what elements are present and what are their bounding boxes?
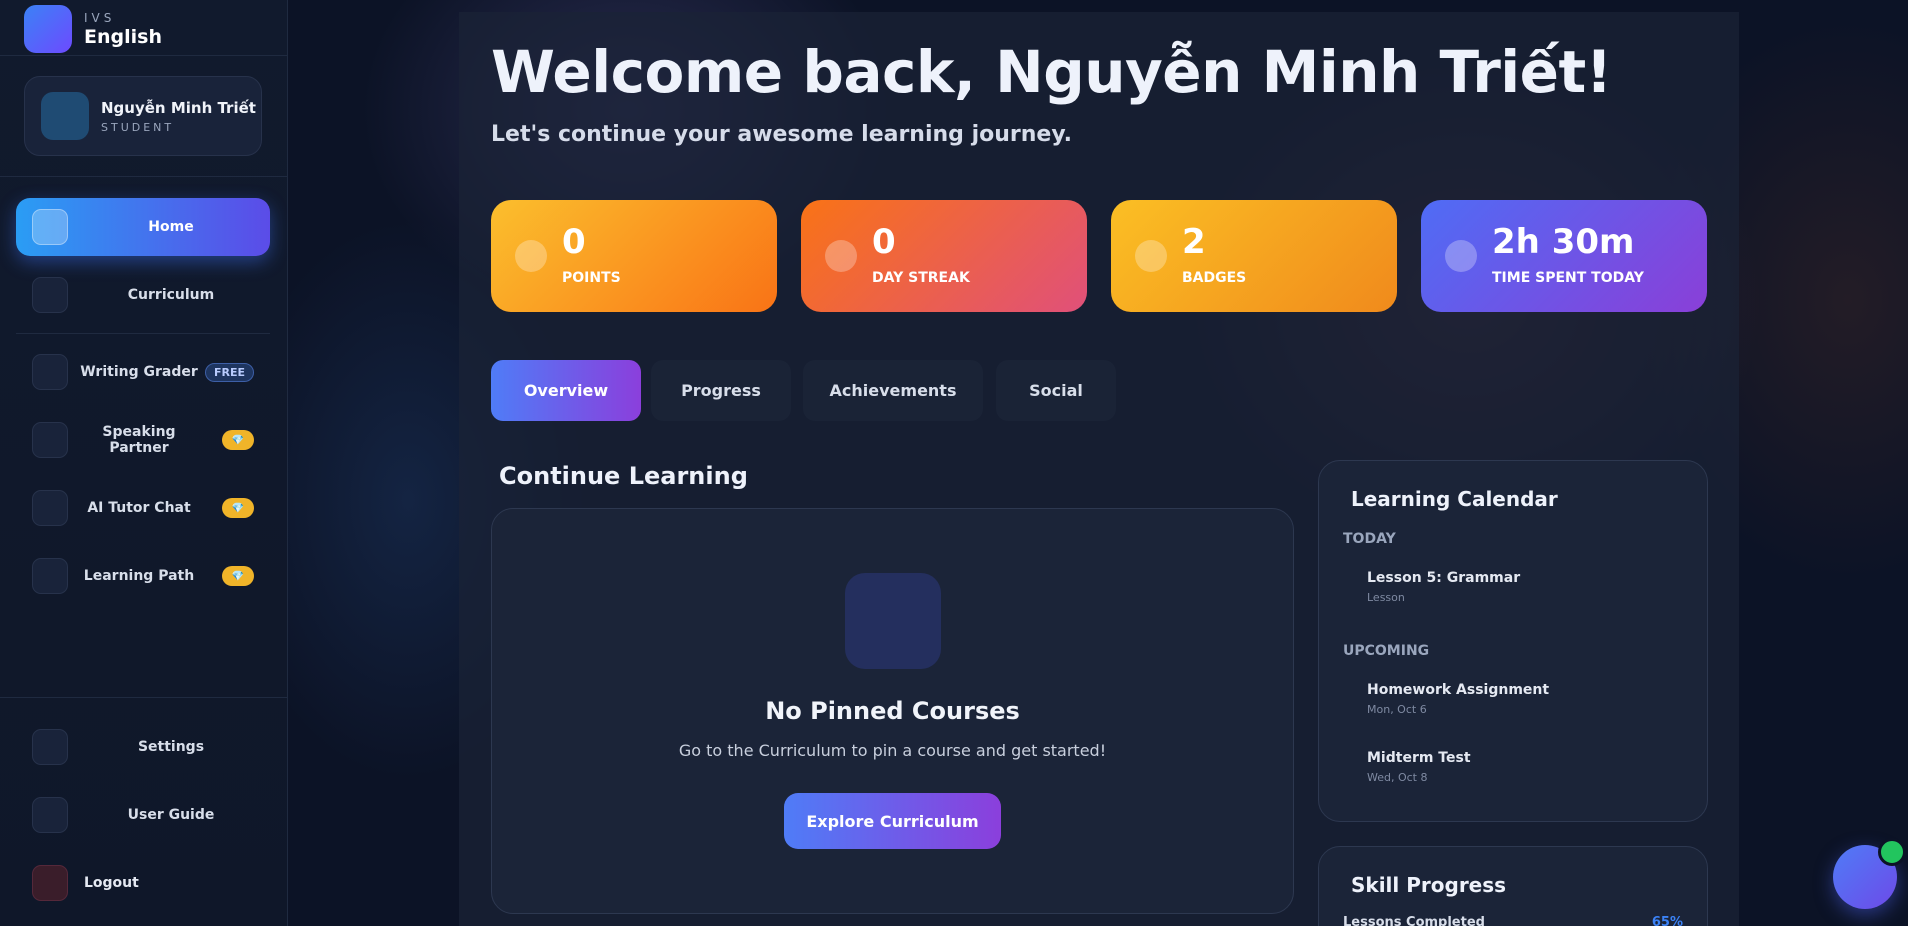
divider	[0, 55, 287, 56]
stat-label: TIME SPENT TODAY	[1492, 270, 1644, 286]
stat-card-badges: 2 BADGES	[1111, 200, 1397, 312]
continue-learning-title: Continue Learning	[499, 462, 748, 490]
points-icon	[515, 240, 547, 272]
gear-icon	[32, 729, 68, 765]
sidebar-item-label: Home	[148, 219, 194, 235]
book-icon	[32, 277, 68, 313]
brand-small: IVS	[84, 10, 116, 25]
tab-social[interactable]: Social	[996, 360, 1116, 421]
profile-role: STUDENT	[101, 120, 175, 134]
sidebar-item-curriculum[interactable]: Curriculum	[16, 266, 270, 324]
calendar-item-sub: Lesson	[1367, 591, 1405, 604]
microphone-icon	[32, 422, 68, 458]
brand-text: IVS English	[84, 11, 162, 48]
stat-label: BADGES	[1182, 270, 1247, 286]
tab-achievements[interactable]: Achievements	[803, 360, 983, 421]
stat-card-time: 2h 30m TIME SPENT TODAY	[1421, 200, 1707, 312]
calendar-item-title[interactable]: Homework Assignment	[1367, 682, 1549, 698]
calendar-title: Learning Calendar	[1351, 487, 1558, 511]
skill-progress-title: Skill Progress	[1351, 873, 1507, 897]
page-title: Welcome back, Nguyễn Minh Triết!	[491, 38, 1612, 106]
sidebar-item-home[interactable]: Home	[16, 198, 270, 256]
empty-title: No Pinned Courses	[765, 697, 1020, 725]
online-status-dot	[1878, 838, 1906, 866]
tab-progress[interactable]: Progress	[651, 360, 791, 421]
divider	[16, 333, 270, 334]
sidebar-item-label: Logout	[84, 875, 139, 891]
sidebar-item-speaking-partner[interactable]: Speaking Partner 💎	[16, 411, 270, 469]
calendar-item-title[interactable]: Midterm Test	[1367, 750, 1471, 766]
badge-icon	[1135, 240, 1167, 272]
skill-progress-card: Skill Progress Lessons Completed 65%	[1318, 846, 1708, 926]
calendar-group-upcoming: UPCOMING	[1343, 643, 1430, 659]
guide-icon	[32, 797, 68, 833]
user-profile-card[interactable]: Nguyễn Minh Triết STUDENT	[24, 76, 262, 156]
divider	[0, 176, 287, 177]
profile-name: Nguyễn Minh Triết	[101, 98, 256, 117]
stat-value: 2h 30m	[1492, 222, 1635, 262]
sidebar-item-logout[interactable]: Logout	[16, 854, 270, 912]
sidebar-item-user-guide[interactable]: User Guide	[16, 786, 270, 844]
avatar	[41, 92, 89, 140]
calendar-item-title[interactable]: Lesson 5: Grammar	[1367, 570, 1520, 586]
pinned-courses-card: No Pinned Courses Go to the Curriculum t…	[491, 508, 1294, 914]
free-badge: FREE	[204, 362, 254, 382]
skill-row-label: Lessons Completed	[1343, 915, 1485, 926]
chat-icon	[32, 490, 68, 526]
sidebar-item-label: Writing Grader	[80, 364, 198, 380]
stat-value: 0	[562, 222, 586, 262]
page-subtitle: Let's continue your awesome learning jou…	[491, 122, 1073, 147]
sidebar-item-label: Learning Path	[83, 568, 195, 584]
tab-overview[interactable]: Overview	[491, 360, 641, 421]
sidebar-item-label: Curriculum	[127, 287, 215, 303]
premium-gem-icon: 💎	[222, 498, 254, 518]
pin-icon	[845, 573, 941, 669]
calendar-group-today: TODAY	[1343, 531, 1396, 547]
logo-icon	[24, 5, 72, 53]
sidebar-item-label: Speaking Partner	[102, 424, 176, 456]
learning-calendar-card: Learning Calendar TODAY Lesson 5: Gramma…	[1318, 460, 1708, 822]
sidebar-item-writing-grader[interactable]: Writing Grader FREE	[16, 343, 270, 401]
brand[interactable]: IVS English	[24, 4, 162, 54]
sidebar: IVS English Nguyễn Minh Triết STUDENT Ho…	[0, 0, 288, 926]
sidebar-item-label: User Guide	[127, 807, 215, 823]
sidebar-item-settings[interactable]: Settings	[16, 718, 270, 776]
home-icon	[32, 209, 68, 245]
stat-label: DAY STREAK	[872, 270, 970, 286]
divider	[0, 697, 287, 698]
stat-label: POINTS	[562, 270, 621, 286]
logout-icon	[32, 865, 68, 901]
skill-row-value: 65%	[1651, 915, 1683, 926]
stat-card-streak: 0 DAY STREAK	[801, 200, 1087, 312]
calendar-item-sub: Wed, Oct 8	[1367, 771, 1428, 784]
fire-icon	[825, 240, 857, 272]
premium-gem-icon: 💎	[222, 430, 254, 450]
sidebar-item-learning-path[interactable]: Learning Path 💎	[16, 547, 270, 605]
clock-icon	[1445, 240, 1477, 272]
pen-icon	[32, 354, 68, 390]
explore-curriculum-button[interactable]: Explore Curriculum	[784, 793, 1001, 849]
stat-value: 0	[872, 222, 896, 262]
brand-name: English	[84, 25, 162, 48]
empty-text: Go to the Curriculum to pin a course and…	[678, 741, 1107, 760]
stat-value: 2	[1182, 222, 1206, 262]
profile-text: Nguyễn Minh Triết STUDENT	[101, 99, 256, 134]
path-icon	[32, 558, 68, 594]
sidebar-item-label: Settings	[137, 739, 205, 755]
calendar-item-sub: Mon, Oct 6	[1367, 703, 1427, 716]
premium-gem-icon: 💎	[222, 566, 254, 586]
stat-card-points: 0 POINTS	[491, 200, 777, 312]
sidebar-item-label: AI Tutor Chat	[87, 500, 191, 516]
sidebar-item-ai-tutor-chat[interactable]: AI Tutor Chat 💎	[16, 479, 270, 537]
